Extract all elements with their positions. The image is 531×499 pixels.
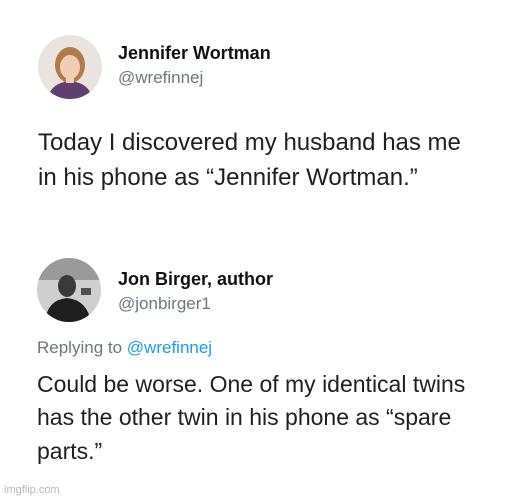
avatar-jennifer-wortman[interactable] xyxy=(38,35,102,99)
author-handle[interactable]: @wrefinnej xyxy=(118,68,203,88)
reply-author-handle[interactable]: @jonbirger1 xyxy=(118,294,211,314)
replying-to-link[interactable]: @wrefinnej xyxy=(127,338,212,357)
profile-photo-icon xyxy=(37,258,101,322)
replying-to-line: Replying to @wrefinnej xyxy=(37,338,212,358)
replying-to-label: Replying to xyxy=(37,338,123,357)
reply-text: Could be worse. One of my identical twin… xyxy=(37,371,466,464)
author-name[interactable]: Jennifer Wortman xyxy=(118,43,271,64)
tweet-text: Today I discovered my husband has me in … xyxy=(38,129,461,191)
watermark: imgflip.com xyxy=(4,484,60,496)
avatar-jon-birger[interactable] xyxy=(37,258,101,322)
reply-author-name[interactable]: Jon Birger, author xyxy=(118,269,273,290)
profile-photo-icon xyxy=(38,35,102,99)
